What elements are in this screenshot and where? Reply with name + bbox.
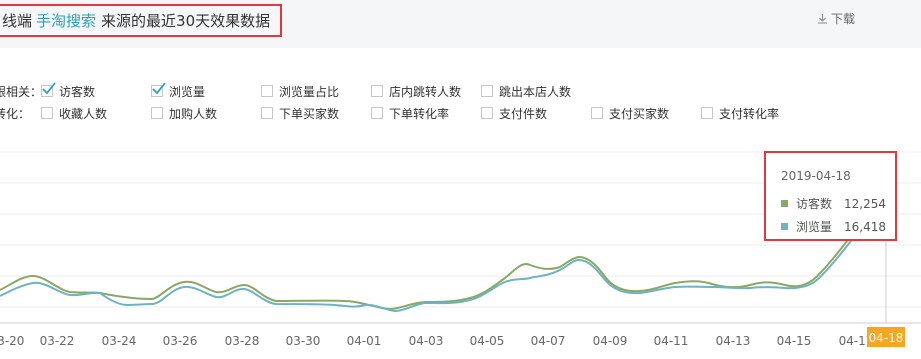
metric-checkbox-item[interactable]: 店内跳转人数 [371,82,461,100]
chart-tooltip: 2019-04-18 访客数 12,254 浏览量 16,418 [764,151,897,241]
metric-label: 店内跳转人数 [389,84,462,99]
metric-checkbox-item[interactable]: 下单买家数 [261,104,339,122]
metric-checkbox-item[interactable]: 浏览量占比 [261,82,339,100]
metric-checkbox-item[interactable]: 支付买家数 [591,104,669,122]
x-tick-label: 04-01 [347,334,382,348]
download-label: 下载 [831,12,856,26]
checkbox-unchecked[interactable] [371,107,383,119]
metric-label: 支付买家数 [609,106,670,121]
x-tick-label: 04-09 [593,334,628,348]
x-tick-label: 04-13 [716,334,751,348]
metric-label: 下单买家数 [279,106,340,121]
checkbox-unchecked[interactable] [261,107,273,119]
metric-label: 下单转化率 [389,106,450,121]
metric-checkbox-item[interactable]: 浏览量 [151,82,205,100]
x-tick-label: 04-03 [409,334,444,348]
tooltip-date: 2019-04-18 [781,169,851,183]
metric-label: 访客数 [59,84,96,99]
metric-checkbox-item[interactable]: 支付件数 [481,104,547,122]
checkbox-unchecked[interactable] [591,107,603,119]
download-button[interactable]: 下载 [817,10,855,27]
checkbox-unchecked[interactable] [261,85,273,97]
download-icon [817,13,828,24]
tooltip-swatch [781,200,788,207]
x-tick-label: 04-05 [470,334,505,348]
x-tick-label: 04-07 [531,334,566,348]
panel-header: 线端 手淘搜索 来源的最近30天效果数据 下载 [0,0,921,48]
title-keyword[interactable]: 手淘搜索 [36,10,96,31]
tooltip-series-value: 16,418 [844,219,886,234]
checkbox-unchecked[interactable] [41,107,53,119]
metric-row-label-traffic: 跟相关： [0,85,43,99]
x-tick-label: 03-28 [225,334,260,348]
metric-label: 支付转化率 [719,106,780,121]
metric-checkbox-item[interactable]: 收藏人数 [41,104,107,122]
checkbox-checked[interactable] [41,82,56,97]
x-tick-label: 03-20 [0,334,24,348]
metric-row-traffic: 跟相关： 访客数 浏览量 浏览量占比 店内跳转人数 跳出本店人数 [0,82,921,100]
x-tick-label: 04-15 [777,334,812,348]
series-line-visitors [0,175,889,311]
x-tick-label: 04-11 [654,334,689,348]
title-suffix: 来源的最近30天效果数据 [101,12,271,30]
tooltip-series-name: 访客数 [796,197,833,211]
checkbox-checked[interactable] [151,82,166,97]
metric-checkbox-item[interactable]: 支付转化率 [701,104,779,122]
metric-label: 浏览量占比 [279,84,340,99]
tooltip-row: 访客数 12,254 [781,195,891,212]
title-prefix: 线端 [2,12,33,30]
x-tick-label: 03-24 [102,334,137,348]
checkbox-unchecked[interactable] [481,85,493,97]
checkbox-unchecked[interactable] [701,107,713,119]
page-title: 线端 手淘搜索 来源的最近30天效果数据 [0,4,282,37]
metric-label: 加购人数 [169,106,218,121]
metric-checkbox-item[interactable]: 跳出本店人数 [481,82,571,100]
metric-row-label-conversion: 转化： [0,107,31,121]
metric-checkbox-item[interactable]: 访客数 [41,82,95,100]
metric-label: 支付件数 [499,106,548,121]
tooltip-row: 浏览量 16,418 [781,218,891,235]
metric-row-conversion: 转化： 收藏人数 加购人数 下单买家数 下单转化率 支付件数 支付买家数 支付转化率 [0,104,921,122]
checkbox-unchecked[interactable] [481,107,493,119]
checkbox-unchecked[interactable] [151,107,163,119]
x-tick-label: 03-30 [286,334,321,348]
tooltip-series-value: 12,254 [844,196,886,211]
tooltip-series-name: 浏览量 [796,220,833,234]
metric-checkbox-item[interactable]: 下单转化率 [371,104,449,122]
metric-label: 浏览量 [169,84,206,99]
highlight-tick-label: 04-18 [869,331,904,345]
metric-checkbox-item[interactable]: 加购人数 [151,104,217,122]
metric-label: 跳出本店人数 [499,84,572,99]
metric-label: 收藏人数 [59,106,108,121]
checkbox-unchecked[interactable] [371,85,383,97]
tooltip-swatch [781,223,788,230]
x-tick-label: 03-22 [40,334,75,348]
x-tick-label: 03-26 [163,334,198,348]
